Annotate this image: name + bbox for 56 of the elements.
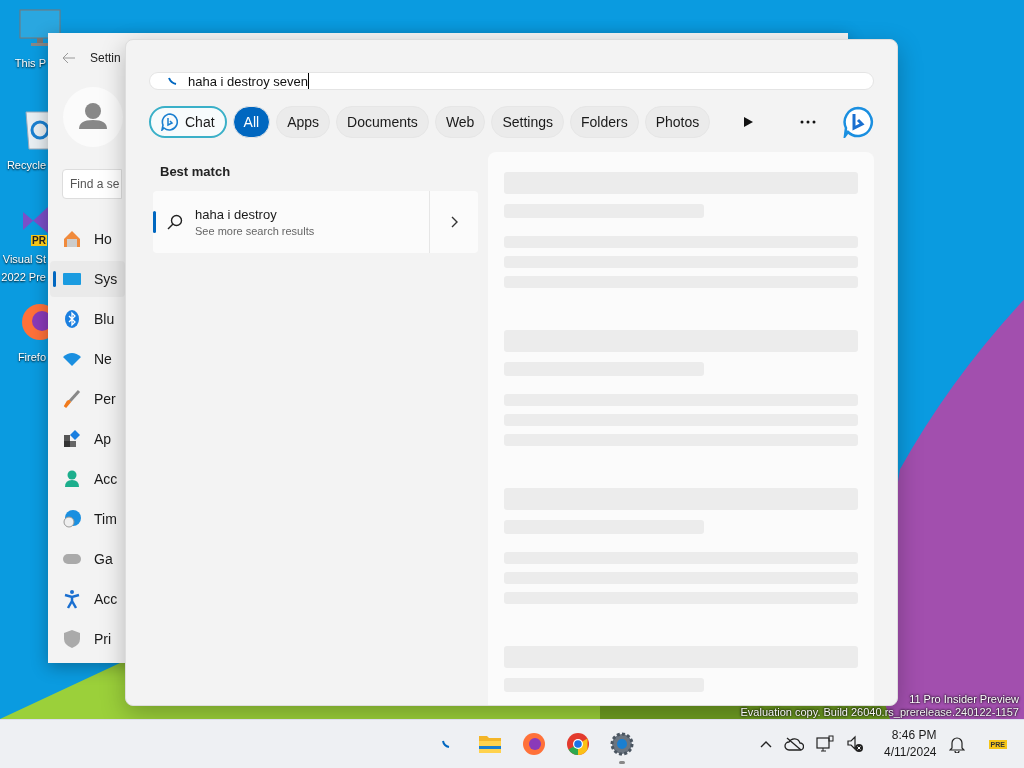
brush-icon [62,389,82,409]
back-arrow-icon[interactable] [62,52,76,64]
result-subtitle: See more search results [195,225,315,237]
section-title: Best match [160,164,232,179]
clock[interactable]: 8:46 PM 4/11/2024 [884,727,937,761]
nav-item[interactable]: Acc [50,461,125,497]
search-icon [167,214,183,230]
loading-spinner-icon [442,740,450,748]
bluetooth-icon [62,309,82,329]
chevron-up-icon[interactable] [760,740,772,748]
nav-item[interactable]: Ga [50,541,125,577]
chat-logo-icon [161,113,179,131]
speaker-muted-icon[interactable] [846,735,864,753]
search-result[interactable]: haha i destroy See more search results [153,191,478,253]
filter-chip[interactable]: Photos [644,106,711,138]
nav-item[interactable]: Ap [50,421,125,457]
globe-clock-icon [62,509,82,529]
apps-grid-icon [62,429,82,449]
nav-item[interactable]: Ho [50,221,125,257]
firefox-icon [522,732,546,756]
house-icon [62,229,82,249]
search-field[interactable]: Find a se [62,169,122,199]
nav-item[interactable]: Sys [50,261,125,297]
chat-logo-icon[interactable] [842,106,874,138]
network-monitor-icon[interactable] [816,735,834,753]
nav-item[interactable]: Ne [50,341,125,377]
filter-chip[interactable]: Settings [491,106,564,138]
nav-item[interactable]: Pri [50,621,125,657]
filter-chip[interactable]: Web [434,106,486,138]
loading-spinner-icon [168,76,178,86]
result-title: haha i destroy [195,207,278,222]
search-field[interactable]: haha i destroy seven [149,72,874,90]
window-title: Settin [90,51,121,65]
watermark-text: 11 Pro Insider Preview [909,693,1019,706]
play-icon[interactable] [742,116,754,128]
bell-icon[interactable] [948,735,965,753]
shield-icon [62,629,82,649]
nav-item[interactable]: Tim [50,501,125,537]
filter-chip[interactable]: Apps [276,106,331,138]
chrome-icon [566,732,590,756]
more-icon[interactable] [800,120,816,124]
preview-badge: PR [31,235,47,246]
avatar-icon [63,87,123,147]
nav-item[interactable]: Acc [50,581,125,617]
filter-chip[interactable]: Documents [336,106,429,138]
filter-chip[interactable]: All [232,106,271,138]
gear-icon [610,732,634,756]
monitor-icon [19,8,61,48]
cloud-off-icon[interactable] [784,737,804,751]
filter-chip[interactable]: Folders [570,106,639,138]
filter-chip[interactable]: Chat [149,106,227,138]
person-icon [62,469,82,489]
nav-item[interactable]: Per [50,381,125,417]
nav-item[interactable]: Blu [50,301,125,337]
accessibility-icon [62,589,82,609]
chevron-right-icon[interactable] [450,216,458,228]
